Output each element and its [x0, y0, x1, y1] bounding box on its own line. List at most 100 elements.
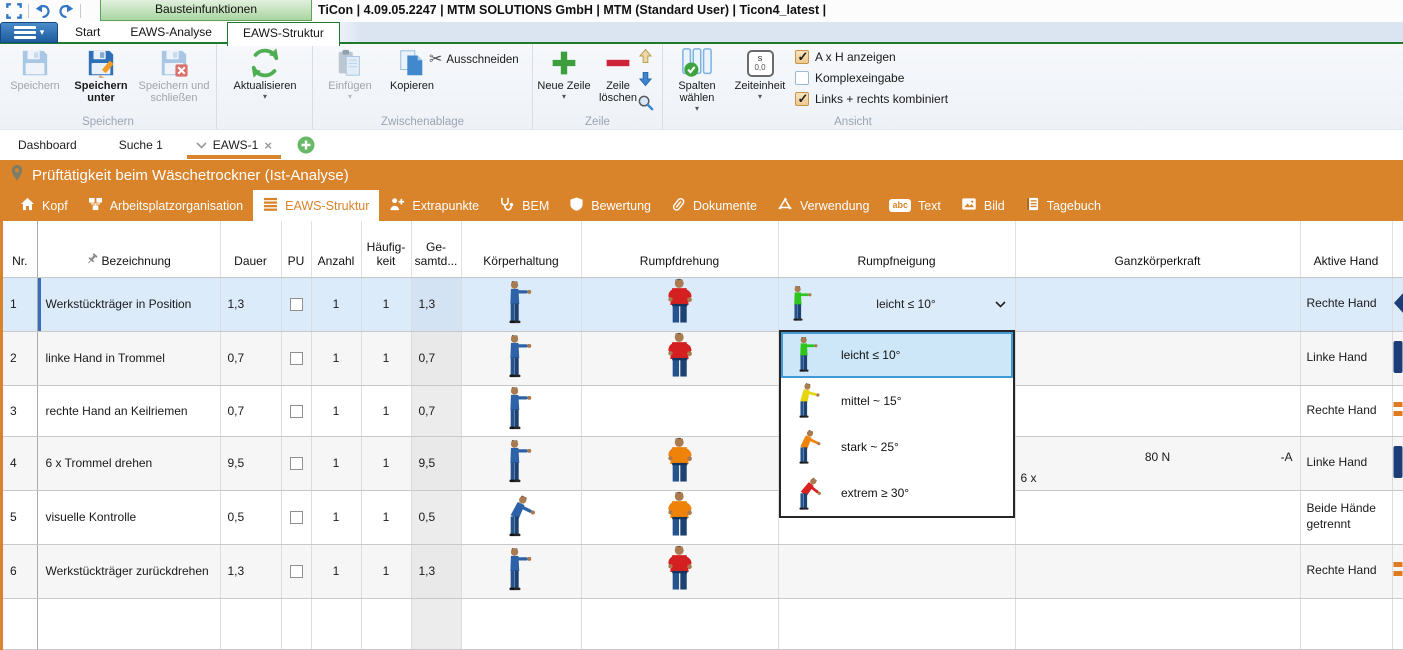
cell-ganzkoerperkraft[interactable]	[1015, 490, 1300, 544]
cell-bezeichnung[interactable]: visuelle Kontrolle	[37, 490, 220, 544]
cell-rumpfdrehung[interactable]	[581, 277, 778, 331]
redo-button[interactable]	[57, 2, 75, 20]
table-row[interactable]: 3 rechte Hand an Keilriemen 0,7 1 1 0,7	[3, 385, 1403, 436]
checkbox-links-rechts-kombiniert[interactable]: Links + rechts kombiniert	[795, 92, 948, 106]
col-header-aktive-hand[interactable]: Aktive Hand	[1300, 221, 1392, 277]
cell-rumpfdrehung[interactable]	[581, 436, 778, 490]
add-tab-button[interactable]	[297, 136, 315, 154]
force-code[interactable]: -A	[1281, 450, 1293, 464]
col-header-dauer[interactable]: Dauer	[220, 221, 281, 277]
analysis-tab-verwendung[interactable]: Verwendung	[767, 190, 880, 221]
analysis-tab-bild[interactable]: Bild	[951, 190, 1015, 221]
analysis-tab-arbeitsplatzorganisation[interactable]: Arbeitsplatzorganisation	[78, 190, 253, 221]
col-header-pu[interactable]: PU	[281, 221, 311, 277]
pu-checkbox[interactable]	[290, 565, 303, 578]
cell-pu[interactable]	[281, 490, 311, 544]
cell-koerperhaltung[interactable]	[461, 490, 581, 544]
cell-koerperhaltung[interactable]	[461, 331, 581, 385]
tab-chevron-icon[interactable]	[196, 138, 207, 152]
cell-haeufigkeit[interactable]: 1	[361, 277, 411, 331]
cell-ganzkoerperkraft[interactable]: 80 N -A 6 x	[1015, 436, 1300, 490]
cell-haeufigkeit[interactable]: 1	[361, 385, 411, 436]
refresh-button[interactable]: Aktualisieren ▾	[220, 46, 310, 101]
cell-pu[interactable]	[281, 331, 311, 385]
col-header-anzahl[interactable]: Anzahl	[311, 221, 361, 277]
pu-checkbox[interactable]	[290, 352, 303, 365]
cell-ganzkoerperkraft[interactable]	[1015, 544, 1300, 598]
table-row[interactable]: 6 Werkstückträger zurückdrehen 1,3 1 1 1…	[3, 544, 1403, 598]
force-count[interactable]: 6 x	[1021, 471, 1037, 485]
cell-aktive-hand[interactable]: Rechte Hand	[1300, 544, 1392, 598]
contextual-tab-group[interactable]: Bausteinfunktionen	[100, 0, 312, 21]
close-tab-icon[interactable]: ×	[264, 138, 272, 153]
analysis-tab-text[interactable]: abcText	[879, 190, 950, 221]
col-header-nr[interactable]: Nr.	[3, 221, 37, 277]
pu-checkbox[interactable]	[290, 405, 303, 418]
col-header-koerperhaltung[interactable]: Körperhaltung	[461, 221, 581, 277]
row-number[interactable]: 4	[3, 436, 37, 490]
new-row-button[interactable]: Neue Zeile ▾	[537, 46, 591, 101]
checkbox-axh-anzeigen[interactable]: A x H anzeigen	[795, 50, 948, 64]
cell-rumpfneigung[interactable]: leicht ≤ 10°	[778, 277, 1015, 331]
cell-ganzkoerperkraft[interactable]	[1015, 331, 1300, 385]
cell-gesamtdauer[interactable]: 1,3	[411, 544, 461, 598]
table-row[interactable]: 1 Werkstückträger in Position 1,3 1 1 1,…	[3, 277, 1403, 331]
dropdown-option-stark[interactable]: stark ~ 25°	[781, 424, 1013, 470]
checkbox-komplexeingabe[interactable]: Komplexeingabe	[795, 71, 948, 85]
cell-bezeichnung[interactable]: Werkstückträger zurückdrehen	[37, 544, 220, 598]
cell-haeufigkeit[interactable]: 1	[361, 331, 411, 385]
cell-gesamtdauer[interactable]: 1,3	[411, 277, 461, 331]
row-number[interactable]: 6	[3, 544, 37, 598]
cell-rumpfneigung[interactable]	[778, 544, 1015, 598]
move-up-button[interactable]	[638, 48, 653, 69]
chevron-down-icon[interactable]	[995, 297, 1006, 311]
cell-anzahl[interactable]: 1	[311, 436, 361, 490]
move-down-button[interactable]	[638, 71, 653, 92]
cell-rumpfdrehung[interactable]	[581, 544, 778, 598]
analysis-tab-dokumente[interactable]: Dokumente	[661, 190, 767, 221]
col-header-bezeichnung[interactable]: Bezeichnung	[37, 221, 220, 277]
table-row-empty[interactable]	[3, 598, 1403, 649]
row-number[interactable]: 1	[3, 277, 37, 331]
col-header-gesamtdauer[interactable]: Ge- samtd...	[411, 221, 461, 277]
row-number[interactable]: 2	[3, 331, 37, 385]
pu-checkbox[interactable]	[290, 511, 303, 524]
cell-pu[interactable]	[281, 544, 311, 598]
cell-aktive-hand[interactable]: Linke Hand	[1300, 331, 1392, 385]
cell-aktive-hand[interactable]: Linke Hand	[1300, 436, 1392, 490]
col-header-rumpfneigung[interactable]: Rumpfneigung	[778, 221, 1015, 277]
analysis-tab-extrapunkte[interactable]: Extrapunkte	[379, 190, 489, 221]
row-number[interactable]: 5	[3, 490, 37, 544]
analysis-tab-bem[interactable]: BEM	[489, 190, 559, 221]
cell-koerperhaltung[interactable]	[461, 385, 581, 436]
cell-koerperhaltung[interactable]	[461, 436, 581, 490]
force-value[interactable]: 80 N	[1016, 450, 1300, 464]
doc-tab-suche1[interactable]: Suche 1	[109, 130, 173, 160]
cell-anzahl[interactable]: 1	[311, 331, 361, 385]
cell-aktive-hand[interactable]: Rechte Hand	[1300, 277, 1392, 331]
dropdown-option-mittel[interactable]: mittel ~ 15°	[781, 378, 1013, 424]
cell-gesamtdauer[interactable]: 0,7	[411, 385, 461, 436]
doc-tab-dashboard[interactable]: Dashboard	[8, 130, 87, 160]
save-button[interactable]: Speichern	[4, 46, 66, 92]
ribbon-tab-eaws-analyse[interactable]: EAWS-Analyse	[115, 22, 227, 44]
pu-checkbox[interactable]	[290, 457, 303, 470]
cell-koerperhaltung[interactable]	[461, 544, 581, 598]
rumpfneigung-combobox[interactable]: leicht ≤ 10°	[779, 278, 1015, 331]
cell-haeufigkeit[interactable]: 1	[361, 436, 411, 490]
cell-dauer[interactable]: 0,7	[220, 385, 281, 436]
doc-tab-eaws1[interactable]: EAWS-1 ×	[187, 130, 281, 160]
cell-gesamtdauer[interactable]: 9,5	[411, 436, 461, 490]
cell-anzahl[interactable]: 1	[311, 544, 361, 598]
cell-aktive-hand[interactable]: Beide Hände getrennt	[1300, 490, 1392, 544]
cell-dauer[interactable]: 0,7	[220, 331, 281, 385]
search-row-button[interactable]	[637, 94, 654, 116]
row-number[interactable]: 3	[3, 385, 37, 436]
table-row[interactable]: 4 6 x Trommel drehen 9,5 1 1 9,5	[3, 436, 1403, 490]
cell-gesamtdauer[interactable]: 0,5	[411, 490, 461, 544]
analysis-tab-bewertung[interactable]: Bewertung	[559, 190, 661, 221]
cell-rumpfdrehung[interactable]	[581, 490, 778, 544]
cell-rumpfdrehung[interactable]	[581, 385, 778, 436]
col-header-rumpfdrehung[interactable]: Rumpfdrehung	[581, 221, 778, 277]
dropdown-option-leicht[interactable]: leicht ≤ 10°	[781, 332, 1013, 378]
